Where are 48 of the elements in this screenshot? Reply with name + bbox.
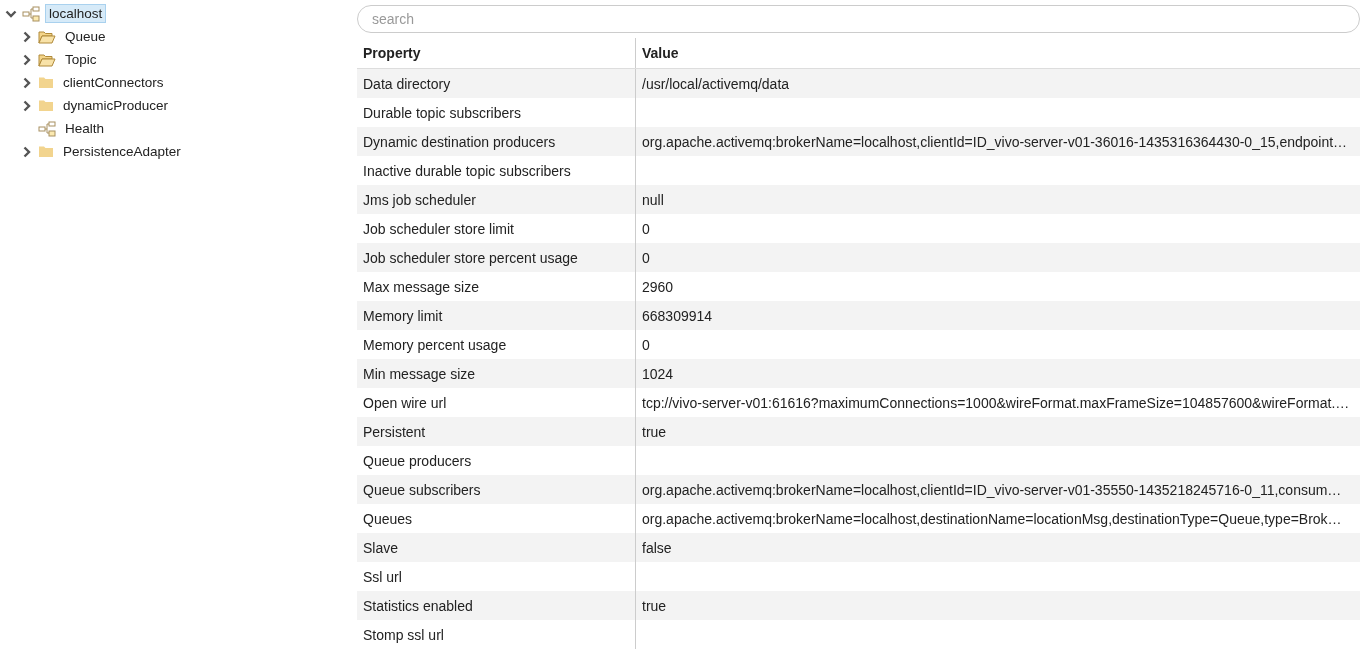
table-cell: true [642,423,667,440]
chevron-right-icon[interactable] [21,76,33,89]
table-cell: 0 [642,249,650,266]
table-cell: Queue subscribers [357,475,636,504]
folder-icon [38,99,54,112]
tree-item[interactable]: Queue [61,27,110,46]
open-folder-icon [38,29,56,44]
table-cell: Memory limit [357,301,636,330]
table-cell: 1024 [642,365,674,382]
table-cell: tcp://vivo-server-v01:61616?maximumConnections=1000&wireFormat.maxFrameSize=104857600&wireFormat.… [642,394,1350,411]
table-cell: Data directory [357,69,636,98]
folder-icon [38,76,54,89]
column-header[interactable]: Value [636,45,1360,61]
table-cell: Job scheduler store percent usage [357,243,636,272]
network-node-icon [38,120,56,137]
tree-item[interactable]: Topic [61,50,101,69]
table-cell: Slave [357,533,636,562]
table-cell: Min message size [357,359,636,388]
tree-item[interactable]: PersistenceAdapter [59,142,185,161]
table-cell: Stomp ssl url [357,620,636,649]
search-field[interactable]: search [357,5,1360,33]
column-header[interactable]: Property [357,38,636,68]
table-cell: false [642,539,672,556]
chevron-right-icon[interactable] [21,53,33,66]
table-cell: null [642,191,664,208]
table-cell: 0 [642,220,650,237]
open-folder-icon [38,52,56,67]
tree-item[interactable]: localhost [45,4,107,23]
chevron-right-icon[interactable] [21,99,33,112]
tree-item[interactable]: dynamicProducer [59,96,173,115]
folder-icon [38,145,54,158]
table-cell: 2960 [642,278,674,295]
table-cell: Persistent [357,417,636,446]
table-cell: org.apache.activemq:brokerName=localhost,destinationName=locationMsg,destinationType=Queue,type=Brok… [642,510,1342,527]
table-cell: Statistics enabled [357,591,636,620]
network-node-icon [22,5,40,22]
table-cell: Jms job scheduler [357,185,636,214]
table-cell: org.apache.activemq:brokerName=localhost,clientId=ID_vivo-server-v01-36016-1435316364430-0_15,endpoint… [642,133,1348,150]
table-cell: org.apache.activemq:brokerName=localhost,clientId=ID_vivo-server-v01-35550-1435218245716-0_11,consum… [642,481,1342,498]
table-cell: true [642,597,667,614]
chevron-right-icon[interactable] [21,30,33,43]
table-cell: Dynamic destination producers [357,127,636,156]
table-cell: 668309914 [642,307,713,324]
chevron-right-icon[interactable] [21,145,33,158]
table-cell: 0 [642,336,650,353]
tree-item[interactable]: Health [61,119,109,138]
table-cell: /usr/local/activemq/data [642,75,790,92]
tree-item[interactable]: clientConnectors [59,73,168,92]
